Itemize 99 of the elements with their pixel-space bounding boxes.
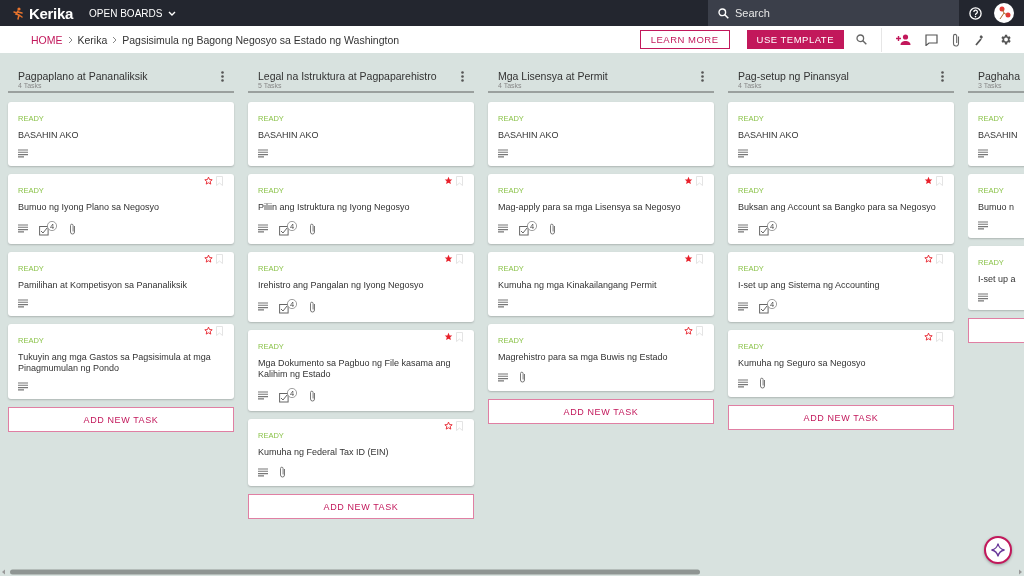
description-icon xyxy=(498,224,508,233)
task-title: Irehistro ang Pangalan ng Iyong Negosyo xyxy=(258,280,425,291)
add-task-button[interactable]: ADD NEW TASK xyxy=(248,494,474,519)
task-title: Bumuo ng Iyong Plano sa Negosyo xyxy=(18,202,161,213)
paperclip-icon xyxy=(279,466,286,478)
add-task-button[interactable]: ADD NEW TASK xyxy=(8,407,234,432)
paperclip-icon xyxy=(309,300,316,313)
description-icon xyxy=(978,149,988,158)
search-bar[interactable]: Search xyxy=(708,0,959,26)
star-outline-icon[interactable] xyxy=(204,176,213,185)
breadcrumb-link[interactable]: Pagsisimula ng Bagong Negosyo sa Estado ng Washington xyxy=(122,33,400,46)
column-title: Mga Lisensya at Permit xyxy=(498,70,609,82)
task-title: Kumuha ng mga Kinakailangang Permit xyxy=(498,280,658,291)
task-title: Tukuyin ang mga Gastos sa Pagsisimula at mga Pinagmumulan ng Pondo xyxy=(18,352,212,374)
more-icon[interactable] xyxy=(461,71,464,82)
avatar[interactable] xyxy=(994,3,1014,23)
description-icon xyxy=(738,149,748,158)
task-title: Kumuha ng Seguro sa Negosyo xyxy=(738,358,867,369)
task-title: I-set up a xyxy=(978,274,1017,285)
task-title: BASAHIN xyxy=(978,130,1019,141)
paperclip-icon[interactable] xyxy=(952,32,960,47)
task-title: Kumuha ng Federal Tax ID (EIN) xyxy=(258,447,390,458)
star-icon[interactable] xyxy=(444,332,453,341)
breadcrumb-link[interactable]: HOME xyxy=(31,33,63,46)
star-outline-icon[interactable] xyxy=(684,326,693,335)
description-icon xyxy=(738,224,748,233)
column-title: Legal na Istruktura at Pagpaparehistro xyxy=(258,70,438,82)
description-icon xyxy=(978,293,988,302)
more-icon[interactable] xyxy=(701,71,704,82)
star-outline-icon[interactable] xyxy=(924,254,933,263)
star-icon[interactable] xyxy=(444,254,453,263)
paperclip-icon xyxy=(759,377,766,389)
sparkle-icon xyxy=(991,543,1005,557)
paperclip-icon xyxy=(69,222,76,235)
description-icon xyxy=(498,372,508,382)
description-icon xyxy=(258,467,268,477)
description-icon xyxy=(18,299,28,308)
star-icon[interactable] xyxy=(444,176,453,185)
task-title: Mga Dokumento sa Pagbuo ng File kasama ang Kalihim ng Estado xyxy=(258,358,452,380)
horizontal-scrollbar[interactable] xyxy=(0,568,1024,576)
column-title: Pagpaplano at Pananaliksik xyxy=(18,70,149,82)
search-icon xyxy=(718,7,729,19)
task-title: Buksan ang Account sa Bangko para sa Negosyo xyxy=(738,202,937,213)
task-title: Mag-apply para sa mga Lisensya sa Negosyo xyxy=(498,202,682,213)
description-icon xyxy=(258,302,268,311)
task-title: Piliin ang Istruktura ng Iyong Negosyo xyxy=(258,202,411,213)
chevron-icon xyxy=(112,35,118,44)
description-icon xyxy=(978,221,988,230)
description-icon xyxy=(18,224,28,233)
star-icon[interactable] xyxy=(684,176,693,185)
task-title: Magrehistro para sa mga Buwis ng Estado xyxy=(498,352,669,363)
description-icon xyxy=(18,382,28,391)
description-icon xyxy=(258,391,268,400)
description-icon xyxy=(258,149,268,158)
logo-text[interactable]: Kerika xyxy=(29,4,74,22)
task-title: BASAHIN AKO xyxy=(18,130,80,141)
description-icon xyxy=(18,149,28,158)
open-boards-menu[interactable]: OPEN BOARDS xyxy=(89,7,177,19)
task-title: BASAHIN AKO xyxy=(498,130,560,141)
search-icon[interactable] xyxy=(856,34,867,45)
running-figure-icon xyxy=(12,6,25,20)
settings-icon[interactable] xyxy=(999,33,1012,46)
task-title: BASAHIN AKO xyxy=(258,130,320,141)
breadcrumb-link[interactable]: Kerika xyxy=(77,33,108,46)
star-outline-icon[interactable] xyxy=(444,421,453,430)
paperclip-icon xyxy=(309,389,316,402)
description-icon xyxy=(738,378,748,388)
description-icon xyxy=(498,299,508,308)
task-title: I-set up ang Sistema ng Accounting xyxy=(738,280,881,291)
chat-icon[interactable] xyxy=(925,33,938,46)
column-title: Pag-setup ng Pinansyal xyxy=(738,70,850,82)
help-icon[interactable] xyxy=(969,6,982,20)
paperclip-icon xyxy=(309,222,316,235)
star-outline-icon[interactable] xyxy=(924,332,933,341)
more-icon[interactable] xyxy=(941,71,944,82)
add-person-icon[interactable] xyxy=(896,34,911,45)
magic-wand-icon[interactable] xyxy=(974,33,985,46)
search-field[interactable]: Search xyxy=(735,7,935,19)
ai-assistant-button[interactable] xyxy=(984,536,1012,564)
add-task-button[interactable]: ADD NEW TASK xyxy=(728,405,954,430)
star-outline-icon[interactable] xyxy=(204,326,213,335)
description-icon xyxy=(258,224,268,233)
chevron-icon xyxy=(67,35,73,44)
add-task-button[interactable]: ADD NEW TASK xyxy=(488,399,714,424)
star-icon[interactable] xyxy=(924,176,933,185)
description-icon xyxy=(738,302,748,311)
task-title: Bumuo n xyxy=(978,202,1016,213)
column-title: Paghaha xyxy=(978,70,1022,82)
description-icon xyxy=(498,149,508,158)
paperclip-icon xyxy=(519,371,526,383)
use-template-button[interactable]: USE TEMPLATE xyxy=(746,30,844,49)
task-title: Pamilihan at Kompetisyon sa Pananaliksik xyxy=(18,280,189,291)
chevron-down-icon[interactable] xyxy=(168,10,177,16)
paperclip-icon xyxy=(549,222,556,235)
star-outline-icon[interactable] xyxy=(204,254,213,263)
more-icon[interactable] xyxy=(221,71,224,82)
star-icon[interactable] xyxy=(684,254,693,263)
task-title: BASAHIN AKO xyxy=(738,130,800,141)
learn-more-button[interactable]: LEARN MORE xyxy=(639,30,730,49)
